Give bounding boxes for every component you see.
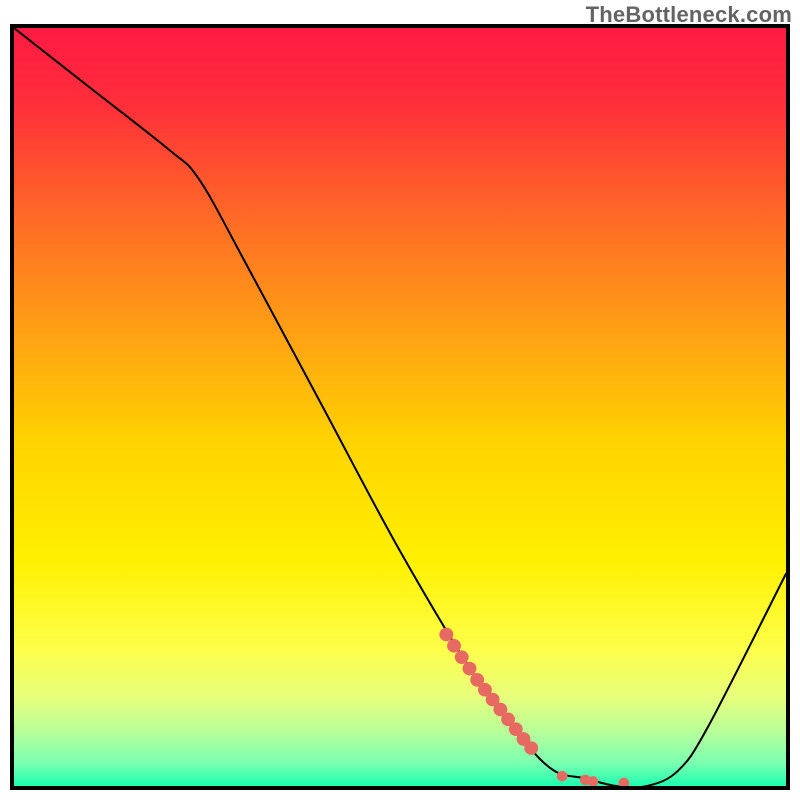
bottleneck-curve xyxy=(14,28,786,786)
highlight-segment-point xyxy=(439,628,453,642)
plot-area xyxy=(14,28,786,786)
highlight-segment-point xyxy=(455,650,469,664)
plot-frame xyxy=(10,24,790,790)
highlight-dots-point xyxy=(618,778,629,786)
highlight-segment-point xyxy=(463,662,477,676)
watermark-label: TheBottleneck.com xyxy=(586,2,792,28)
highlight-segment-point xyxy=(524,741,538,755)
scatter-layer xyxy=(439,628,629,786)
highlight-dots-point xyxy=(557,771,568,782)
plot-overlay xyxy=(14,28,786,786)
chart-container: TheBottleneck.com xyxy=(0,0,800,800)
highlight-segment-point xyxy=(447,639,461,653)
